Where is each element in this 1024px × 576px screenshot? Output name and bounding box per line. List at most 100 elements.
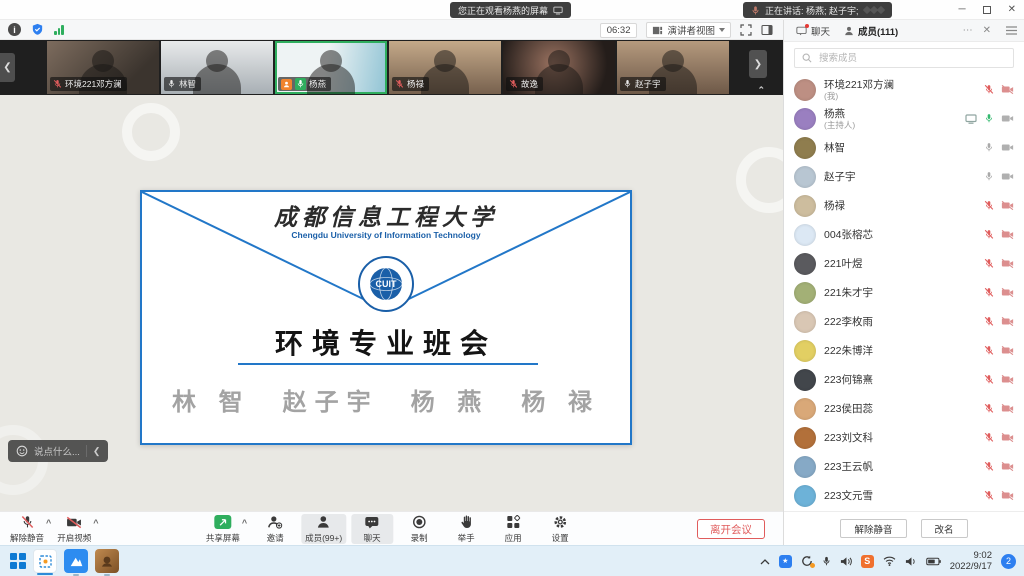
camera-icon[interactable] [1001,142,1014,153]
camera-icon[interactable] [1001,258,1014,269]
mic-icon[interactable] [984,287,994,298]
member-row[interactable]: 221叶煜 [794,249,1014,278]
minimize-button[interactable]: ─ [959,5,966,15]
taskbar-clock[interactable]: 9:02 2022/9/17 [950,550,992,572]
share-options-caret[interactable]: ^ [242,519,247,527]
taskbar-app-photo[interactable] [95,549,119,573]
tray-star-app-icon[interactable]: ★ [779,555,792,568]
share-screen-button[interactable]: 共享屏幕 [202,514,244,544]
camera-icon[interactable] [1001,84,1014,95]
camera-icon[interactable] [1001,403,1014,414]
mic-icon[interactable] [984,490,994,501]
emoji-icon[interactable] [16,445,28,457]
unmute-button[interactable]: 解除静音 [6,514,48,544]
tray-mic-icon[interactable] [822,555,831,567]
video-tile[interactable]: 杨燕 [275,41,387,94]
mic-icon[interactable] [984,345,994,356]
tray-sync-icon[interactable] [801,555,813,567]
panel-rename-button[interactable]: 改名 [921,519,968,538]
mic-icon[interactable] [984,461,994,472]
start-video-button[interactable]: 开启视频 [53,514,95,544]
camera-icon[interactable] [1001,432,1014,443]
member-row[interactable]: 杨燕 (主持人) [794,104,1014,133]
member-row[interactable]: 004张榕芯 [794,220,1014,249]
screen-expand-icon[interactable] [553,6,563,15]
member-row[interactable]: 223王云帆 [794,452,1014,481]
side-panel-toggle-icon[interactable] [761,24,773,36]
mic-icon[interactable] [984,229,994,240]
camera-icon[interactable] [1001,229,1014,240]
member-row[interactable]: 赵子宇 [794,162,1014,191]
chat-input-placeholder[interactable]: 说点什么... [34,444,80,458]
close-button[interactable]: ✕ [1008,5,1016,15]
member-row[interactable]: 杨禄 [794,191,1014,220]
member-row[interactable]: 222朱博洋 [794,336,1014,365]
filmstrip-collapse-icon[interactable]: ⌃ [757,86,765,95]
video-tile[interactable]: 杨禄 [389,41,501,94]
video-tile[interactable]: 环境221邓方澜 [47,41,159,94]
search-members-input[interactable] [817,52,1006,65]
video-tile[interactable]: 赵子宇 [617,41,729,94]
chat-button[interactable]: 聊天 [351,514,393,544]
video-tile[interactable]: 林智 [161,41,273,94]
mic-icon[interactable] [984,374,994,385]
video-options-caret[interactable]: ^ [93,519,98,527]
member-row[interactable]: 223文元雪 [794,481,1014,510]
invite-button[interactable]: 邀请 [254,514,296,544]
members-button[interactable]: 成员(99+) [301,514,346,544]
quick-chat-bubble[interactable]: 说点什么... ❮ [8,440,108,462]
member-row[interactable]: 环境221邓方澜 (我) [794,75,1014,104]
taskbar-app-meeting[interactable] [64,549,88,573]
camera-icon[interactable] [1001,171,1014,182]
security-shield-icon[interactable] [31,23,44,36]
panel-more-button[interactable]: ⋯ [960,25,976,36]
fullscreen-icon[interactable] [740,24,752,36]
mic-icon[interactable] [984,84,994,95]
network-signal-icon[interactable] [54,24,64,35]
panel-menu-icon[interactable] [1006,26,1017,35]
mic-icon[interactable] [984,432,994,443]
camera-icon[interactable] [1001,316,1014,327]
member-row[interactable]: 223侯田蕊 [794,394,1014,423]
meeting-info-icon[interactable]: i [8,23,21,36]
tab-chat[interactable]: 聊天 [791,20,835,41]
member-row[interactable]: 223刘文科 [794,423,1014,452]
camera-icon[interactable] [1001,113,1014,124]
member-row[interactable]: 林智 [794,133,1014,162]
camera-icon[interactable] [1001,461,1014,472]
camera-icon[interactable] [1001,374,1014,385]
battery-icon[interactable] [926,557,941,566]
mic-icon[interactable] [984,142,994,153]
collapse-chat-icon[interactable]: ❮ [93,446,101,457]
tray-sogou-icon[interactable]: S [861,555,874,568]
camera-icon[interactable] [1001,345,1014,356]
record-button[interactable]: 录制 [398,514,440,544]
camera-icon[interactable] [1001,490,1014,501]
view-mode-button[interactable]: 演讲者视图 [646,22,731,38]
volume-icon[interactable] [905,556,917,567]
tray-audio-icon[interactable] [840,556,852,567]
filmstrip-prev-button[interactable]: ❮ [0,53,15,82]
camera-icon[interactable] [1001,200,1014,211]
mic-icon[interactable] [984,113,994,124]
mic-icon[interactable] [984,171,994,182]
video-tile[interactable]: 故逸 [503,41,615,94]
member-search-box[interactable] [794,48,1014,68]
apps-button[interactable]: 应用 [492,514,534,544]
member-row[interactable]: 223何锦熹 [794,365,1014,394]
restore-button[interactable] [983,6,991,14]
panel-close-button[interactable]: ✕ [980,25,994,36]
raise-hand-button[interactable]: 举手 [445,514,487,544]
tray-expand-chevron-icon[interactable] [760,558,770,565]
unmute-options-caret[interactable]: ^ [46,519,51,527]
filmstrip-next-button[interactable]: ❯ [749,50,767,78]
notification-badge[interactable]: 2 [1001,554,1016,569]
member-row[interactable]: 222李枚雨 [794,307,1014,336]
camera-icon[interactable] [1001,287,1014,298]
mic-icon[interactable] [984,200,994,211]
tab-members[interactable]: 成员(111) [839,20,903,41]
settings-button[interactable]: 设置 [539,514,581,544]
leave-meeting-button[interactable]: 离开会议 [697,519,765,539]
start-button[interactable] [10,553,26,569]
panel-unmute-button[interactable]: 解除静音 [840,519,906,538]
